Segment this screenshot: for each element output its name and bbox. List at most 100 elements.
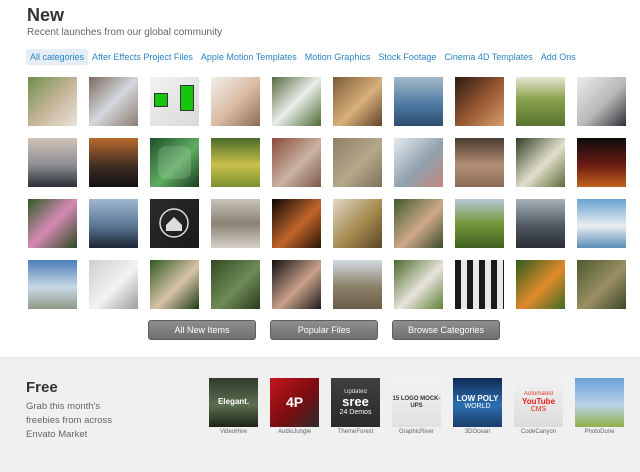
freebie-title-text: LOW POLY (456, 393, 499, 403)
freebie-sub-text: WORLD (464, 403, 491, 411)
thumbnail-white-flowers[interactable] (516, 138, 565, 187)
green-screen-phone (154, 93, 168, 107)
thumbnail-coffee-table[interactable] (333, 199, 382, 248)
freebie-title-text: Elegant. (217, 397, 250, 407)
freebie-photodune[interactable]: PhotoDune (575, 378, 624, 435)
tab-cinema-4d-templates[interactable]: Cinema 4D Templates (440, 49, 536, 65)
freebie-caption: GraphicRiver (398, 429, 434, 435)
freebie-themeforest[interactable]: Updated sree 24 Demos ThemeForest (331, 378, 380, 435)
freebie-top-text: Automated (523, 391, 554, 398)
green-screen-tablet (180, 85, 194, 111)
browse-categories-button[interactable]: Browse Categories (392, 320, 500, 340)
thumbnail-pink-flowers[interactable] (28, 199, 77, 248)
thumbnail-home-icon[interactable] (150, 199, 199, 248)
thumbnail-woman-forest[interactable] (150, 260, 199, 309)
thumbnail-paper-hands[interactable] (89, 260, 138, 309)
free-section: Free Grab this month's freebies from acr… (0, 357, 640, 472)
thumbnail-orange-flowers[interactable] (516, 260, 565, 309)
thumbnail-dog-grass[interactable] (394, 260, 443, 309)
thumbnail-yellow-flowers[interactable] (211, 138, 260, 187)
thumbnail-power-lines-sunset[interactable] (89, 138, 138, 187)
freebie-title-text: sree (342, 394, 369, 410)
freebie-graphicriver[interactable]: 15 LOGO MOCK-UPS GraphicRiver (392, 378, 441, 435)
freebie-overlay: LOW POLY WORLD (456, 393, 499, 411)
thumbnail-tablet-hand[interactable] (89, 77, 138, 126)
freebie-image (575, 378, 624, 427)
thumbnail-brick-wall[interactable] (272, 138, 321, 187)
tab-apple-motion-templates[interactable]: Apple Motion Templates (197, 49, 301, 65)
freebie-image: 15 LOGO MOCK-UPS (392, 378, 441, 427)
thumbnail-building-sky[interactable] (28, 260, 77, 309)
thumbnail-beach-chairs[interactable] (577, 199, 626, 248)
thumbnail-grass-field[interactable] (455, 199, 504, 248)
freebie-overlay: 4P (286, 395, 303, 410)
thumbnail-fruits[interactable] (577, 138, 626, 187)
freebie-caption: CodeCanyon (520, 429, 557, 435)
tab-all-categories[interactable]: All categories (26, 49, 89, 65)
thumbnail-businessman-laptop[interactable] (577, 77, 626, 126)
freebie-codecanyon[interactable]: Automated YouTube CMS CodeCanyon (514, 378, 563, 435)
freebies-list: Elegant. VideoHive 4P AudioJungle Updated sre… (209, 378, 624, 435)
thumbnail-stone-texture[interactable] (333, 138, 382, 187)
popular-files-button[interactable]: Popular Files (270, 320, 378, 340)
thumbnail-crosswalk[interactable] (455, 260, 504, 309)
freebie-3docean[interactable]: LOW POLY WORLD 3DOcean (453, 378, 502, 435)
thumbnail-woman-fire[interactable] (272, 199, 321, 248)
thumbnail-family-beach[interactable] (394, 138, 443, 187)
thumbnail-man-portrait[interactable] (394, 199, 443, 248)
nature-badge (158, 146, 191, 179)
thumbnail-dirt-ground[interactable] (455, 138, 504, 187)
thumbnail-woman-phone[interactable] (211, 77, 260, 126)
new-items-grid (28, 77, 626, 309)
tab-stock-footage[interactable]: Stock Footage (374, 49, 440, 65)
freebie-audiojungle[interactable]: 4P AudioJungle (270, 378, 319, 435)
thumbnail-green-screen-devices[interactable] (150, 77, 199, 126)
thumbnail-woman-hair[interactable] (272, 260, 321, 309)
freebie-sub-text: 24 Demos (339, 408, 372, 416)
thumbnail-tree-close[interactable] (211, 260, 260, 309)
freebie-image: 4P (270, 378, 319, 427)
thumbnail-city-towers[interactable] (516, 199, 565, 248)
freebie-caption: AudioJungle (277, 429, 312, 435)
tab-motion-graphics[interactable]: Motion Graphics (301, 49, 375, 65)
freebie-overlay: Updated sree 24 Demos (340, 389, 372, 416)
freebie-sub-text: CMS (530, 406, 547, 414)
thumbnail-sea-horizon[interactable] (394, 77, 443, 126)
thumbnail-hands-coin[interactable] (455, 77, 504, 126)
freebie-caption: VideoHive (219, 429, 248, 435)
thumbnail-bride-flowers[interactable] (28, 77, 77, 126)
freebie-title-text: 4P (285, 394, 304, 411)
category-tabs: All categories After Effects Project File… (26, 49, 580, 65)
page: New Recent launches from our global comm… (0, 0, 640, 472)
freebie-overlay: Automated YouTube CMS (522, 391, 555, 413)
thumbnail-water-shore[interactable] (211, 199, 260, 248)
freebie-title-text: 15 LOGO MOCK-UPS (392, 396, 441, 409)
freebie-image: LOW POLY WORLD (453, 378, 502, 427)
thumbnail-sunset-lake[interactable] (28, 138, 77, 187)
home-icon (159, 208, 189, 238)
freebie-image: Automated YouTube CMS (514, 378, 563, 427)
free-description: Grab this month's freebies from across E… (26, 401, 113, 440)
tab-add-ons[interactable]: Add Ons (537, 49, 580, 65)
thumbnail-man-pier[interactable] (89, 199, 138, 248)
thumbnail-city-aerial[interactable] (333, 260, 382, 309)
thumbnail-swans[interactable] (272, 77, 321, 126)
freebie-title-text: YouTube (521, 396, 556, 406)
thumbnail-nature-icon[interactable] (150, 138, 199, 187)
freebie-caption: 3DOcean (464, 429, 491, 435)
freebie-image: Elegant. (209, 378, 258, 427)
all-new-items-button[interactable]: All New Items (148, 320, 256, 340)
freebie-overlay: Elegant. (217, 397, 250, 407)
free-title: Free (26, 379, 58, 396)
freebie-caption: PhotoDune (584, 429, 615, 435)
freebie-top-text: Updated (344, 388, 367, 395)
thumbnail-frog[interactable] (577, 260, 626, 309)
freebie-image: Updated sree 24 Demos (331, 378, 380, 427)
tab-after-effects-project-files[interactable]: After Effects Project Files (88, 49, 197, 65)
freebie-videohive[interactable]: Elegant. VideoHive (209, 378, 258, 435)
thumbnail-wood-closeup[interactable] (333, 77, 382, 126)
page-title: New (27, 5, 65, 25)
action-buttons: All New Items Popular Files Browse Categ… (148, 320, 500, 340)
page-subtitle: Recent launches from our global communit… (27, 27, 223, 38)
thumbnail-field[interactable] (516, 77, 565, 126)
